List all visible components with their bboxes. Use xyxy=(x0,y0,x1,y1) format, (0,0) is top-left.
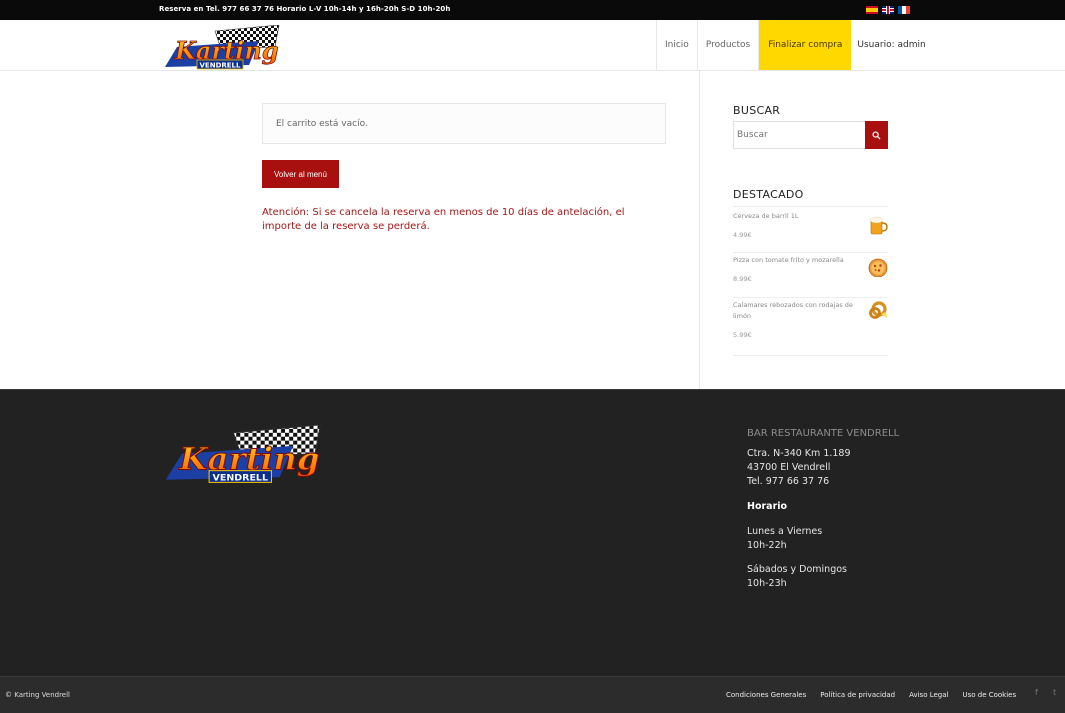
nav-productos[interactable]: Productos xyxy=(696,20,758,70)
topbar-contact-text: Reserva en Tel. 977 66 37 76 Horario L-V… xyxy=(159,5,451,13)
beer-icon[interactable] xyxy=(868,215,888,235)
footer-weekdays-hours: 10h-22h xyxy=(747,540,787,551)
pizza-icon[interactable] xyxy=(868,257,888,277)
search-button[interactable] xyxy=(865,121,888,149)
nav-usuario[interactable]: Usuario: admin xyxy=(851,20,931,70)
footer-karting-logo[interactable]: Karting VENDRELL xyxy=(163,425,323,485)
footer-address-2: 43700 El Vendrell xyxy=(747,462,831,473)
footer-horario-label: Horario xyxy=(747,501,788,512)
nav-finalizar-compra[interactable]: Finalizar compra xyxy=(758,20,852,70)
footer-weekend-label: Sábados y Domingos xyxy=(747,564,847,575)
twitter-icon[interactable]: t xyxy=(1053,688,1056,697)
cancellation-warning: Atención: Si se cancela la reserva en me… xyxy=(262,207,625,232)
footer-weekdays-label: Lunes a Viernes xyxy=(747,526,823,537)
copyright-text: © Karting Vendrell xyxy=(5,691,71,699)
es-flag-icon[interactable] xyxy=(866,6,878,14)
footer-weekend-hours: 10h-23h xyxy=(747,578,787,589)
search-input[interactable] xyxy=(733,121,866,149)
footer-title: BAR RESTAURANTE VENDRELL xyxy=(747,428,900,439)
footer-address-1: Ctra. N-340 Km 1.189 xyxy=(747,448,851,459)
back-to-menu-button[interactable]: Volver al menú xyxy=(262,160,339,188)
product-price: 5.99€ xyxy=(733,331,752,339)
uk-flag-icon[interactable] xyxy=(882,6,894,14)
link-uso-cookies[interactable]: Uso de Cookies xyxy=(962,691,1016,699)
product-divider xyxy=(733,252,888,253)
karting-logo[interactable]: Karting VENDRELL xyxy=(163,25,281,71)
featured-product[interactable]: Pizza con tomate frito y mozarella 8.99€ xyxy=(733,255,888,283)
product-price: 4.99€ xyxy=(733,231,752,239)
footer-logo-subtext: VENDRELL xyxy=(213,473,269,484)
bottom-bar: © Karting Vendrell Condiciones Generales… xyxy=(0,676,1065,713)
language-selector xyxy=(866,6,910,15)
fr-flag-icon[interactable] xyxy=(898,6,910,14)
product-divider xyxy=(733,355,888,356)
main-nav: Inicio Productos Finalizar compra Usuari… xyxy=(656,20,932,70)
nav-inicio[interactable]: Inicio xyxy=(656,20,697,70)
featured-widget-title: DESTACADO xyxy=(733,188,804,201)
search-icon xyxy=(872,130,881,140)
link-politica-privacidad[interactable]: Política de privacidad xyxy=(820,691,895,699)
product-name[interactable]: Pizza con tomate frito y mozarella xyxy=(733,255,868,266)
cart-empty-notice: El carrito está vacío. xyxy=(262,103,666,144)
calamari-icon[interactable] xyxy=(868,300,888,320)
link-condiciones-generales[interactable]: Condiciones Generales xyxy=(726,691,806,699)
logo-subtext: VENDRELL xyxy=(200,62,242,70)
top-bar: Reserva en Tel. 977 66 37 76 Horario L-V… xyxy=(0,0,1065,20)
link-aviso-legal[interactable]: Aviso Legal xyxy=(909,691,948,699)
search-widget-title: BUSCAR xyxy=(733,104,781,117)
product-divider xyxy=(733,297,888,298)
legal-links: Condiciones Generales Política de privac… xyxy=(726,691,1016,699)
site-footer xyxy=(0,389,1065,676)
facebook-icon[interactable]: f xyxy=(1035,688,1038,697)
featured-product[interactable]: Cerveza de barril 1L 4.99€ xyxy=(733,211,888,239)
footer-phone: Tel. 977 66 37 76 xyxy=(747,476,830,487)
featured-product[interactable]: Calamares rebozados con rodajas de limón… xyxy=(733,300,888,339)
cart-empty-text: El carrito está vacío. xyxy=(276,119,368,129)
product-name[interactable]: Cerveza de barril 1L xyxy=(733,211,868,222)
sidebar-divider xyxy=(699,71,700,389)
product-price: 8.99€ xyxy=(733,275,752,283)
product-divider xyxy=(733,206,888,207)
product-name[interactable]: Calamares rebozados con rodajas de limón xyxy=(733,300,868,322)
